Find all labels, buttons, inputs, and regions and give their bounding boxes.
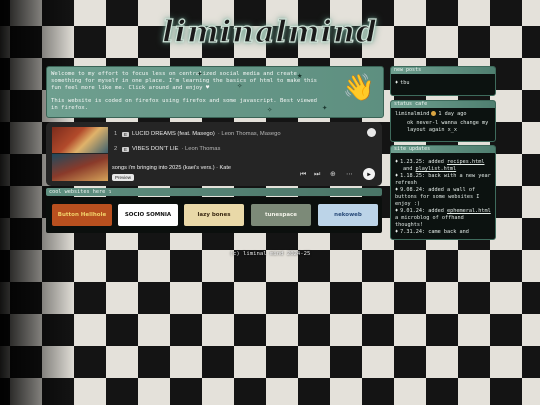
site-title: liminalmind bbox=[162, 14, 378, 50]
site-updates-panel: site updates ♦ 1.23.25: added recipes.htm… bbox=[390, 145, 496, 240]
site-updates-header: site updates bbox=[391, 146, 495, 153]
update-link[interactable]: playlist.html bbox=[416, 166, 457, 172]
playlist-title[interactable]: songs i'm bringing into 2025 (kaei's ver… bbox=[112, 165, 231, 171]
list-item: ♦ 9.08.24: added a wall of buttons for so… bbox=[395, 187, 480, 207]
copyright-footer: (c) liminal mind 2024-25 bbox=[229, 251, 311, 257]
update-link[interactable]: recipes.html bbox=[447, 159, 484, 165]
cool-websites-label: cool websites here ↴ bbox=[49, 189, 112, 195]
star-icon: ✧ bbox=[237, 81, 243, 91]
update-link[interactable]: ephemeral.html bbox=[447, 208, 491, 214]
status-time: 1 day ago bbox=[438, 111, 467, 117]
star-icon: ★ bbox=[297, 71, 303, 81]
star-icon: ✧ bbox=[267, 105, 273, 115]
updates-list: ♦ 1.23.25: added recipes.html and playlis… bbox=[391, 153, 495, 239]
star-icon: ✦ bbox=[322, 103, 328, 113]
list-item: ♦ 1.18.25: back with a new year refresh bbox=[395, 173, 491, 186]
website-button[interactable]: lazy bones bbox=[184, 204, 244, 226]
new-posts-panel: new posts ♦ tbu bbox=[390, 66, 496, 96]
track-number: 2 bbox=[114, 146, 118, 152]
website-button[interactable]: tunespace bbox=[251, 204, 311, 226]
explicit-badge: E bbox=[122, 131, 130, 137]
website-button[interactable]: nekoweb bbox=[318, 204, 378, 226]
new-posts-header: new posts bbox=[391, 67, 495, 74]
cool-websites-header: cool websites here ↴ bbox=[46, 188, 382, 196]
status-meta: liminalmind 1 day ago bbox=[395, 111, 491, 118]
more-icon[interactable]: ⋯ bbox=[346, 170, 353, 178]
track-title: LUCID DREAMS (feat. Masego) bbox=[132, 131, 215, 137]
music-player: 1 E LUCID DREAMS (feat. Masego) · Leon T… bbox=[46, 122, 382, 186]
spotify-icon[interactable] bbox=[367, 128, 376, 137]
status-cafe-panel: status cafe liminalmind 1 day ago ok neve… bbox=[390, 100, 496, 142]
website-button[interactable]: SOCIO SOMNIA bbox=[118, 204, 178, 226]
star-icon: ✦ bbox=[197, 69, 203, 79]
track-row[interactable]: 1 E LUCID DREAMS (feat. Masego) · Leon T… bbox=[114, 128, 281, 140]
play-button[interactable]: ▶ bbox=[363, 168, 375, 180]
intro-panel: Welcome to my effort to focus less on ce… bbox=[46, 66, 384, 118]
intro-paragraph: This website is coded on firefox using f… bbox=[51, 98, 318, 111]
website-button[interactable]: Button Hellhole bbox=[52, 204, 112, 226]
intro-text: Welcome to my effort to focus less on ce… bbox=[51, 71, 327, 117]
add-icon[interactable]: ⊕ bbox=[330, 170, 336, 178]
track-artist: · Leon Thomas, Masego bbox=[217, 131, 281, 137]
status-cafe-header: status cafe bbox=[391, 101, 495, 108]
list-item: ♦ 1.23.25: added recipes.html bbox=[395, 159, 485, 165]
intro-paragraph: Welcome to my effort to focus less on ce… bbox=[51, 71, 318, 91]
track-artist: · Leon Thomas bbox=[181, 146, 221, 152]
status-message: ok never-l wanna change my layout again … bbox=[407, 120, 489, 133]
status-user[interactable]: liminalmind bbox=[395, 111, 429, 117]
list-item: and playlist.html bbox=[403, 166, 457, 172]
album-art bbox=[52, 127, 108, 181]
next-icon[interactable]: ⏭ bbox=[314, 170, 320, 179]
avatar bbox=[431, 111, 437, 116]
explicit-badge: E bbox=[122, 146, 130, 152]
waving-hand-icon: 👋 bbox=[342, 73, 375, 103]
list-item: ♦ 9.01.24: added ephemeral.html a microbl… bbox=[395, 208, 491, 228]
track-number: 1 bbox=[114, 131, 118, 137]
preview-badge: Preview bbox=[112, 174, 135, 181]
list-item[interactable]: ♦ tbu bbox=[395, 80, 491, 87]
previous-icon[interactable]: ⏮ bbox=[300, 170, 306, 179]
track-title: VIBES DON'T LIE bbox=[132, 146, 179, 152]
cool-websites-box: Button Hellhole SOCIO SOMNIA lazy bones … bbox=[46, 197, 382, 233]
track-row[interactable]: 2 E VIBES DON'T LIE · Leon Thomas bbox=[114, 143, 220, 155]
site-header: liminalmind bbox=[150, 12, 390, 52]
list-item: ♦ 7.31.24: came back and bbox=[395, 229, 469, 235]
